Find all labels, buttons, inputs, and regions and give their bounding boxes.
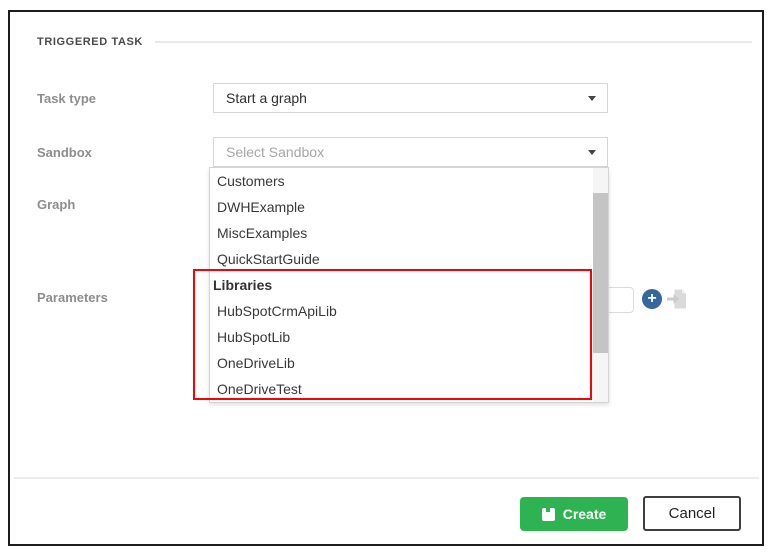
- save-icon: [542, 508, 555, 521]
- dropdown-scrollbar-thumb[interactable]: [593, 193, 608, 353]
- dropdown-option[interactable]: OneDriveTest: [210, 376, 593, 402]
- dropdown-option[interactable]: Customers: [210, 168, 593, 194]
- dropdown-option[interactable]: HubSpotCrmApiLib: [210, 298, 593, 324]
- sandbox-label: Sandbox: [37, 145, 92, 160]
- parameters-label: Parameters: [37, 290, 108, 305]
- dropdown-scrollbar-track[interactable]: [593, 168, 608, 402]
- cancel-button[interactable]: Cancel: [643, 496, 741, 531]
- triggered-task-dialog: TRIGGERED TASK Task type Start a graph S…: [8, 10, 764, 546]
- dropdown-option[interactable]: DWHExample: [210, 194, 593, 220]
- file-import-icon: [665, 299, 689, 314]
- title-divider: [155, 41, 752, 43]
- dropdown-group-header: Libraries: [210, 272, 593, 298]
- dropdown-option[interactable]: HubSpotLib: [210, 324, 593, 350]
- task-type-label: Task type: [37, 91, 96, 106]
- footer-divider: [14, 477, 759, 479]
- cancel-button-label: Cancel: [669, 505, 716, 522]
- dialog-title: TRIGGERED TASK: [37, 36, 143, 48]
- caret-down-icon: [588, 96, 596, 101]
- sandbox-placeholder: Select Sandbox: [226, 144, 324, 160]
- task-type-value: Start a graph: [226, 90, 307, 106]
- create-button-label: Create: [563, 506, 607, 522]
- import-parameters-button[interactable]: [664, 287, 690, 313]
- sandbox-dropdown-panel: Customers DWHExample MiscExamples QuickS…: [209, 167, 609, 403]
- dropdown-option[interactable]: OneDriveLib: [210, 350, 593, 376]
- dropdown-option[interactable]: MiscExamples: [210, 220, 593, 246]
- task-type-select[interactable]: Start a graph: [213, 83, 608, 113]
- plus-icon: +: [647, 290, 656, 307]
- create-button[interactable]: Create: [520, 497, 628, 531]
- dropdown-option[interactable]: QuickStartGuide: [210, 246, 593, 272]
- sandbox-select[interactable]: Select Sandbox: [213, 137, 608, 167]
- caret-down-icon: [588, 150, 596, 155]
- add-parameter-button[interactable]: +: [642, 289, 662, 309]
- graph-label: Graph: [37, 197, 75, 212]
